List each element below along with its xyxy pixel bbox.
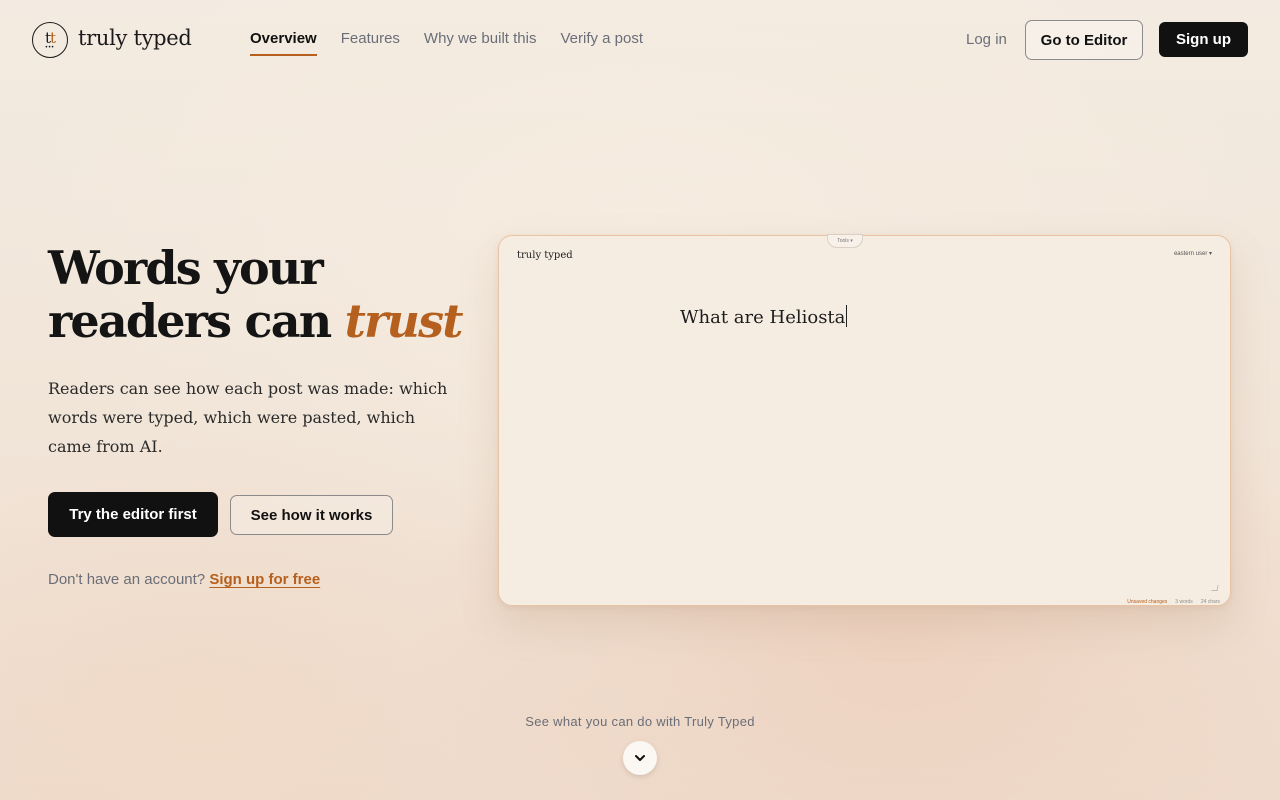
editor-text-area[interactable]: What are Heliosta (680, 305, 848, 328)
hero-title-line1: Words your (48, 241, 324, 295)
hero-subtitle: Readers can see how each post was made: … (48, 379, 448, 456)
word-count: 3 words (1175, 599, 1193, 605)
logo-icon[interactable]: tt ••• (32, 22, 68, 58)
char-count: 24 chars (1200, 599, 1220, 605)
editor-status-bar: Unsaved changes 3 words 24 chars (1127, 599, 1220, 605)
scroll-down-button[interactable] (623, 741, 657, 775)
editor-typed-text: What are Heliosta (680, 307, 846, 328)
try-editor-button[interactable]: Try the editor first (48, 492, 218, 537)
editor-preview[interactable]: truly typed Tools ▾ eastern user ▾ What … (498, 234, 1231, 606)
see-how-it-works-button[interactable]: See how it works (230, 495, 393, 535)
nav-features[interactable]: Features (341, 30, 400, 56)
main-nav: Overview Features Why we built this Veri… (250, 30, 643, 56)
hero-title-accent: trust (344, 294, 464, 348)
signup-free-link[interactable]: Sign up for free (209, 571, 320, 588)
nav-why-we-built-this[interactable]: Why we built this (424, 30, 537, 56)
editor-brand: truly typed (517, 250, 573, 261)
brand-name[interactable]: truly typed (78, 26, 192, 50)
hero-title: Words your readers can trust (48, 242, 468, 348)
go-to-editor-button[interactable]: Go to Editor (1025, 20, 1143, 60)
hero-title-line2: readers can (48, 294, 332, 348)
editor-tools-menu[interactable]: Tools ▾ (827, 234, 863, 248)
chevron-down-icon (635, 755, 645, 761)
signup-button[interactable]: Sign up (1159, 22, 1248, 57)
see-more-text: See what you can do with Truly Typed (525, 714, 755, 729)
nav-overview[interactable]: Overview (250, 30, 317, 56)
editor-user-menu[interactable]: eastern user ▾ (1174, 250, 1212, 257)
account-prompt-text: Don't have an account? (48, 571, 206, 588)
unsaved-status: Unsaved changes (1127, 599, 1168, 605)
login-link[interactable]: Log in (966, 31, 1007, 48)
account-prompt: Don't have an account? Sign up for free (48, 571, 320, 588)
text-caret (846, 305, 848, 327)
nav-verify-a-post[interactable]: Verify a post (560, 30, 643, 56)
resize-handle-icon[interactable] (1211, 585, 1219, 591)
